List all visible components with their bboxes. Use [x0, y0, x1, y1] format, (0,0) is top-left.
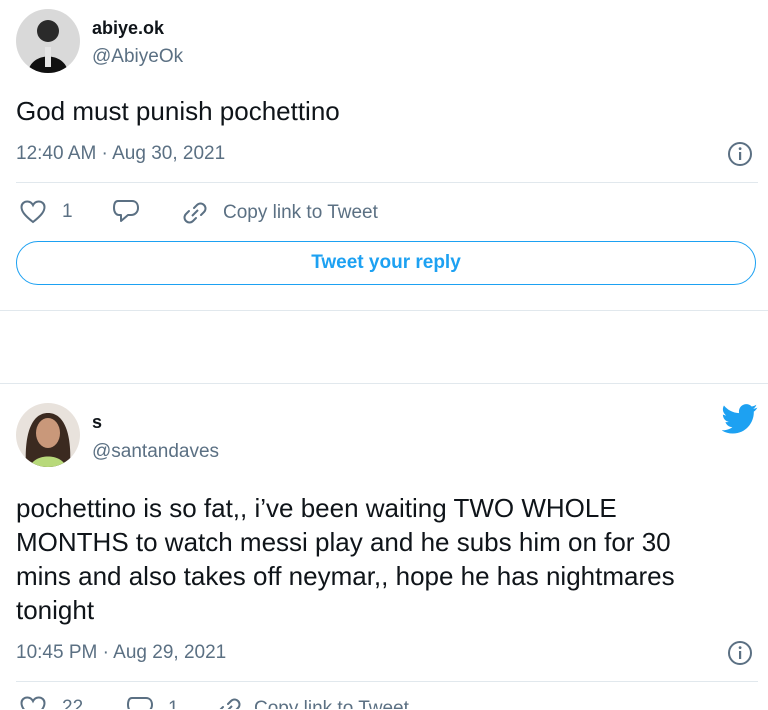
- link-icon: [219, 698, 241, 709]
- avatar[interactable]: [16, 9, 80, 73]
- tweet-timestamp[interactable]: 10:45 PM · Aug 29, 2021: [16, 642, 226, 664]
- feed-gap: [0, 311, 768, 383]
- user-handle[interactable]: @AbiyeOk: [92, 46, 183, 68]
- like-action[interactable]: 1: [20, 200, 73, 224]
- avatar[interactable]: [16, 403, 80, 467]
- tweet-text: God must punish pochettino: [16, 96, 340, 126]
- twitter-bird-icon[interactable]: [722, 404, 758, 434]
- copy-link-label: Copy link to Tweet: [223, 202, 378, 223]
- divider: [16, 681, 758, 682]
- copy-link-action[interactable]: Copy link to Tweet: [180, 200, 378, 226]
- display-name[interactable]: s: [92, 412, 102, 433]
- like-count: 1: [62, 201, 73, 222]
- link-icon: [183, 202, 207, 224]
- reply-count: 1: [168, 698, 179, 709]
- user-handle[interactable]: @santandaves: [92, 441, 219, 463]
- heart-icon: [20, 696, 46, 709]
- like-action[interactable]: 22: [20, 696, 83, 709]
- like-count: 22: [62, 697, 84, 709]
- tweet-text-line: tonight: [16, 595, 95, 625]
- reply-action[interactable]: 1: [126, 696, 179, 709]
- divider: [16, 182, 758, 183]
- reply-icon: [127, 697, 153, 709]
- reply-icon[interactable]: [112, 199, 140, 225]
- tweet-2-actions-partial: 22 1 Copy link to Tweet: [0, 696, 768, 709]
- info-icon[interactable]: [727, 141, 753, 167]
- copy-link-action[interactable]: Copy link to Tweet: [214, 696, 409, 709]
- tweet-text-line: pochettino is so fat,, i’ve been waiting…: [16, 493, 617, 523]
- tweet-text-line: MONTHS to watch messi play and he subs h…: [16, 527, 671, 557]
- heart-icon: [20, 200, 46, 224]
- display-name[interactable]: abiye.ok: [92, 18, 164, 39]
- tweet-timestamp[interactable]: 12:40 AM · Aug 30, 2021: [16, 143, 225, 165]
- tweet-your-reply-button[interactable]: Tweet your reply: [16, 241, 756, 285]
- copy-link-label: Copy link to Tweet: [254, 698, 409, 709]
- tweet-text-line: mins and also takes off neymar,, hope he…: [16, 561, 675, 591]
- tweet-card-1: abiye.ok @AbiyeOk God must punish pochet…: [0, 0, 768, 311]
- info-icon[interactable]: [727, 640, 753, 666]
